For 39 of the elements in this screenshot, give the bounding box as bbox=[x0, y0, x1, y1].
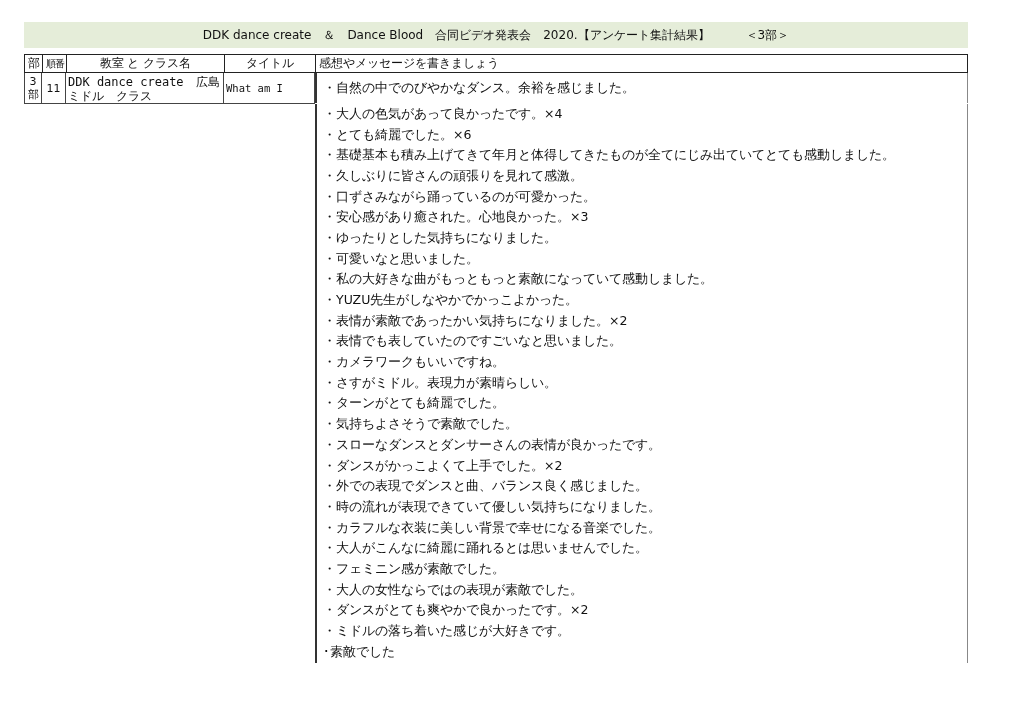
comment-text: ・カラフルな衣装に美しい背景で幸せになる音楽でした。 bbox=[315, 517, 968, 539]
comment-text: ・大人の色気があって良かったです。×4 bbox=[315, 104, 968, 125]
comment-text: ・気持ちよさそうで素敵でした。 bbox=[315, 414, 968, 435]
comment-text: ・スローなダンスとダンサーさんの表情が良かったです。 bbox=[315, 435, 968, 456]
column-header: 順番 bbox=[42, 54, 66, 73]
comment-text: ・ゆったりとした気持ちになりました。 bbox=[315, 228, 968, 249]
table-cell: What am I bbox=[224, 73, 315, 104]
comment-text: ・カメラワークもいいですね。 bbox=[315, 352, 968, 373]
comment-text: ・久しぶりに皆さんの頑張りを見れて感激。 bbox=[315, 166, 968, 187]
comment-text: ・安心感があり癒された。心地良かった。×3 bbox=[315, 207, 968, 229]
report-title: DDK dance create ＆ Dance Blood 合同ビデオ発表会 2020.【アンケート集計結果】 ＜3部＞ bbox=[24, 22, 968, 48]
comment-text: ・とても綺麗でした。×6 bbox=[315, 124, 968, 146]
comment-text: ・フェミニン感が素敵でした。 bbox=[315, 559, 968, 580]
comment-text: ・基礎基本も積み上げてきて年月と体得してきたものが全てにじみ出ていてとても感動しました。 bbox=[315, 145, 968, 167]
comment-text: ・さすがミドル。表現力が素晴らしい。 bbox=[315, 372, 968, 394]
comment-text: ・大人がこんなに綺麗に踊れるとは思いませんでした。 bbox=[315, 538, 968, 560]
table-cell: 11 bbox=[42, 73, 66, 104]
comment-text: ・可愛いなと思いました。 bbox=[315, 248, 968, 270]
class-name-text: ミドル クラス bbox=[68, 89, 153, 103]
column-header: 感想やメッセージを書きましょう bbox=[315, 54, 968, 73]
class-name-text: DDK dance create 広島 bbox=[68, 75, 221, 89]
table-cell: 3 部 bbox=[24, 73, 42, 104]
comment-text: ・表情が素敵であったかい気持ちになりました。×2 bbox=[315, 310, 968, 332]
comment-text: ・ダンスがとても爽やかで良かったです。×2 bbox=[315, 600, 968, 622]
comment-text: ・表情でも表していたのですごいなと思いました。 bbox=[315, 331, 968, 353]
comment-text: ･素敵でした bbox=[315, 641, 968, 663]
comment-text: ・私の大好きな曲がもっともっと素敵になっていて感動しました。 bbox=[315, 269, 968, 291]
comment-text: ・口ずさみながら踊っているのが可愛かった。 bbox=[315, 186, 968, 208]
comment-text: ・自然の中でのびやかなダンス。余裕を感じました。 bbox=[315, 73, 968, 103]
column-header: 部 bbox=[24, 54, 42, 73]
comment-text: ・YUZU先生がしなやかでかっこよかった。 bbox=[315, 290, 968, 311]
comment-text: ・時の流れが表現できていて優しい気持ちになりました。 bbox=[315, 497, 968, 518]
comment-text: ・ミドルの落ち着いた感じが大好きです。 bbox=[315, 621, 968, 642]
comment-text: ・外での表現でダンスと曲、バランス良く感じました。 bbox=[315, 476, 968, 498]
column-header: 教室 と クラス名 bbox=[66, 54, 224, 73]
comment-text: ・大人の女性ならではの表現が素敵でした。 bbox=[315, 579, 968, 601]
column-header: タイトル bbox=[224, 54, 315, 73]
comment-text: ・ダンスがかっこよくて上手でした。×2 bbox=[315, 455, 968, 477]
comment-text: ・ターンがとても綺麗でした。 bbox=[315, 393, 968, 415]
